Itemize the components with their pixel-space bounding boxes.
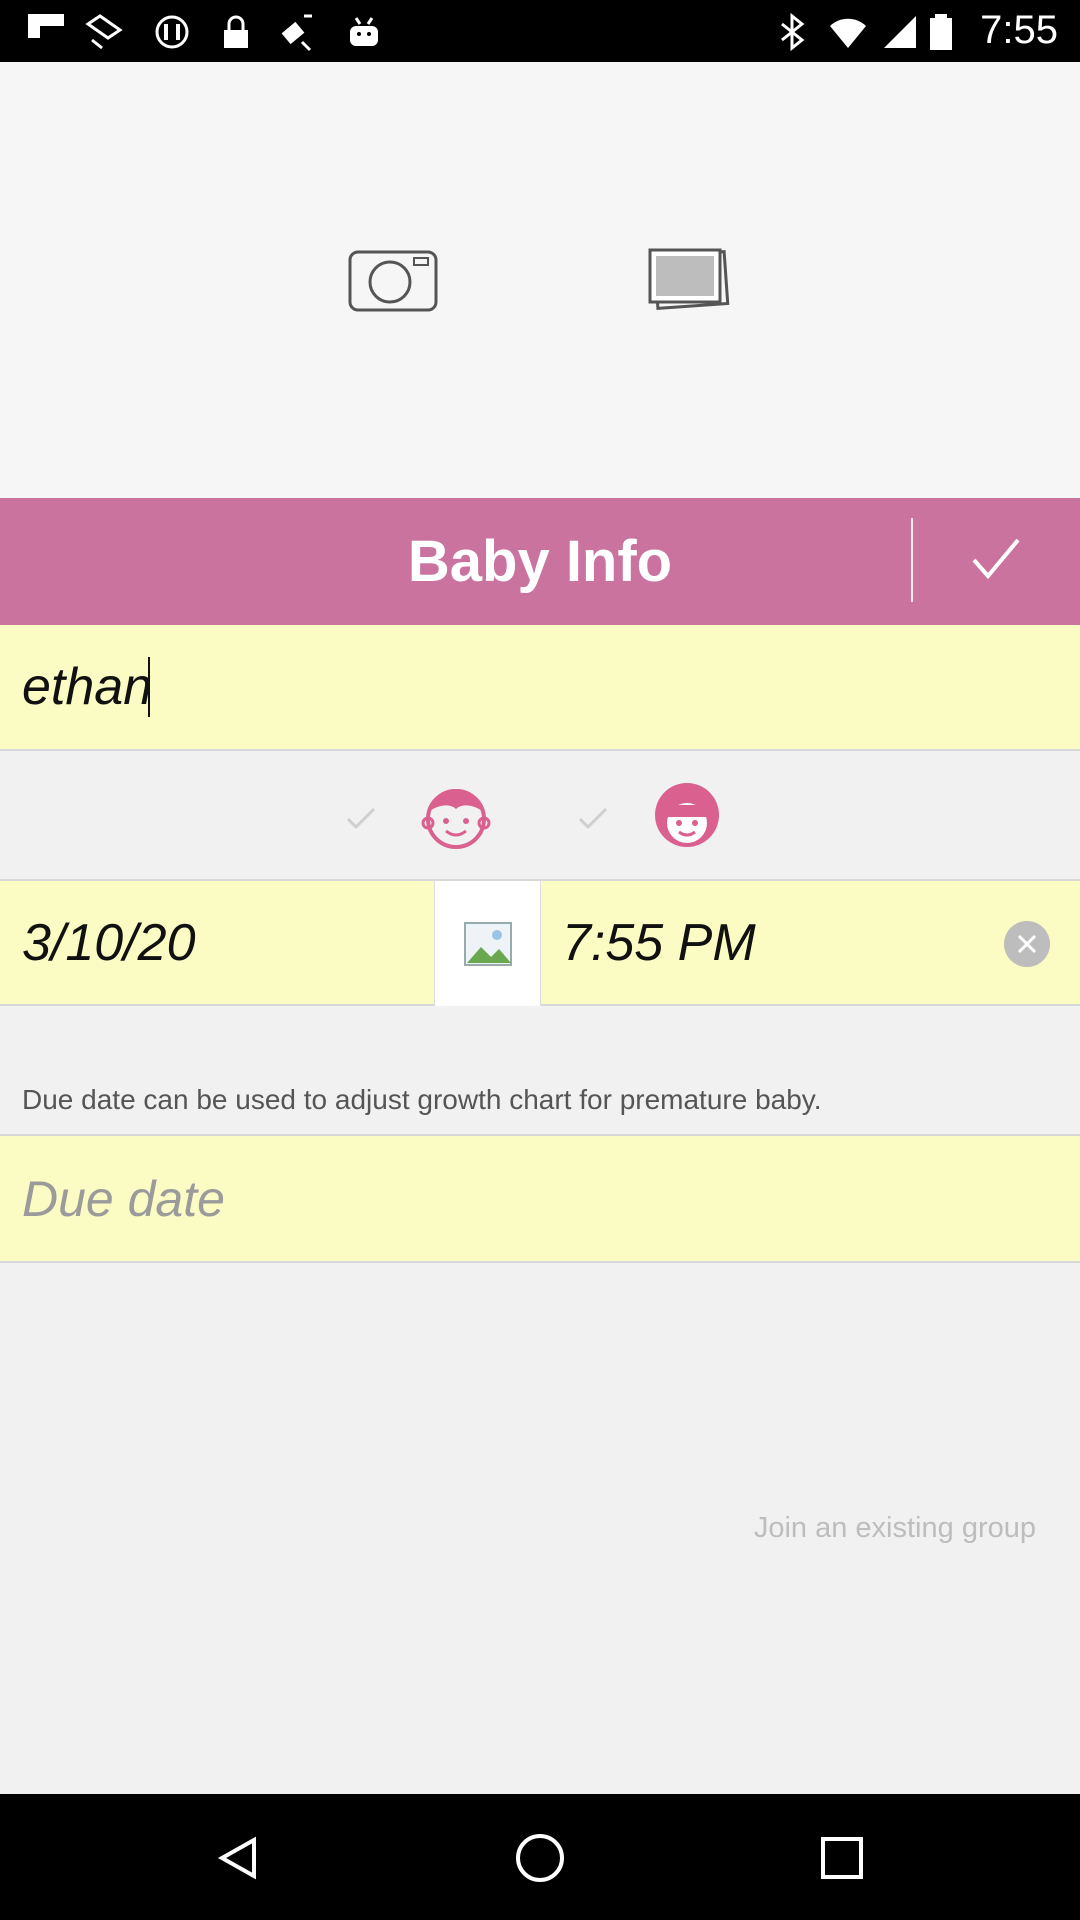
boy-face-icon[interactable] (416, 783, 496, 849)
due-date-field[interactable]: Due date (0, 1134, 1080, 1263)
status-time: 7:55 (980, 8, 1058, 52)
photo-icon (85, 14, 123, 50)
fake-gps-icon (281, 14, 312, 52)
broken-image-icon (464, 922, 512, 966)
wifi-icon (830, 18, 866, 48)
name-value: ethan (22, 658, 153, 716)
camera-icon[interactable] (348, 246, 438, 312)
flipboard-icon (28, 14, 64, 38)
birth-time-field[interactable]: 7:55 PM (562, 913, 756, 973)
join-group-link[interactable]: Join an existing group (754, 1512, 1036, 1545)
lock-icon (224, 15, 248, 48)
check-icon[interactable] (960, 528, 1030, 592)
birth-datetime-row: 3/10/20 7:55 PM (0, 879, 1080, 1006)
battery-icon (930, 14, 952, 50)
gender-selector (0, 751, 1080, 879)
text-caret (148, 657, 150, 717)
boy-check-icon[interactable] (344, 805, 378, 831)
header-divider (911, 518, 913, 602)
android-icon (350, 17, 378, 46)
recents-icon[interactable] (818, 1834, 866, 1882)
due-date-placeholder: Due date (22, 1171, 225, 1227)
page-title: Baby Info (407, 529, 673, 594)
girl-face-icon[interactable] (650, 781, 724, 851)
status-bar: 7:55 (0, 0, 1080, 62)
girl-check-icon[interactable] (576, 805, 610, 831)
gallery-icon[interactable] (644, 244, 730, 316)
clear-time-icon[interactable] (1004, 921, 1050, 967)
sync-icon (155, 15, 189, 49)
date-picker-button[interactable] (434, 881, 541, 1006)
header-bar: Baby Info (0, 498, 1080, 625)
birth-date-field[interactable]: 3/10/20 (22, 913, 196, 973)
home-icon[interactable] (514, 1832, 566, 1884)
photo-area (0, 62, 1080, 498)
name-field[interactable]: ethan (0, 625, 1080, 751)
bluetooth-icon (781, 12, 805, 52)
due-date-note: Due date can be used to adjust growth ch… (22, 1084, 822, 1115)
signal-icon (884, 16, 916, 48)
navigation-bar (0, 1794, 1080, 1920)
back-icon[interactable] (214, 1834, 262, 1882)
